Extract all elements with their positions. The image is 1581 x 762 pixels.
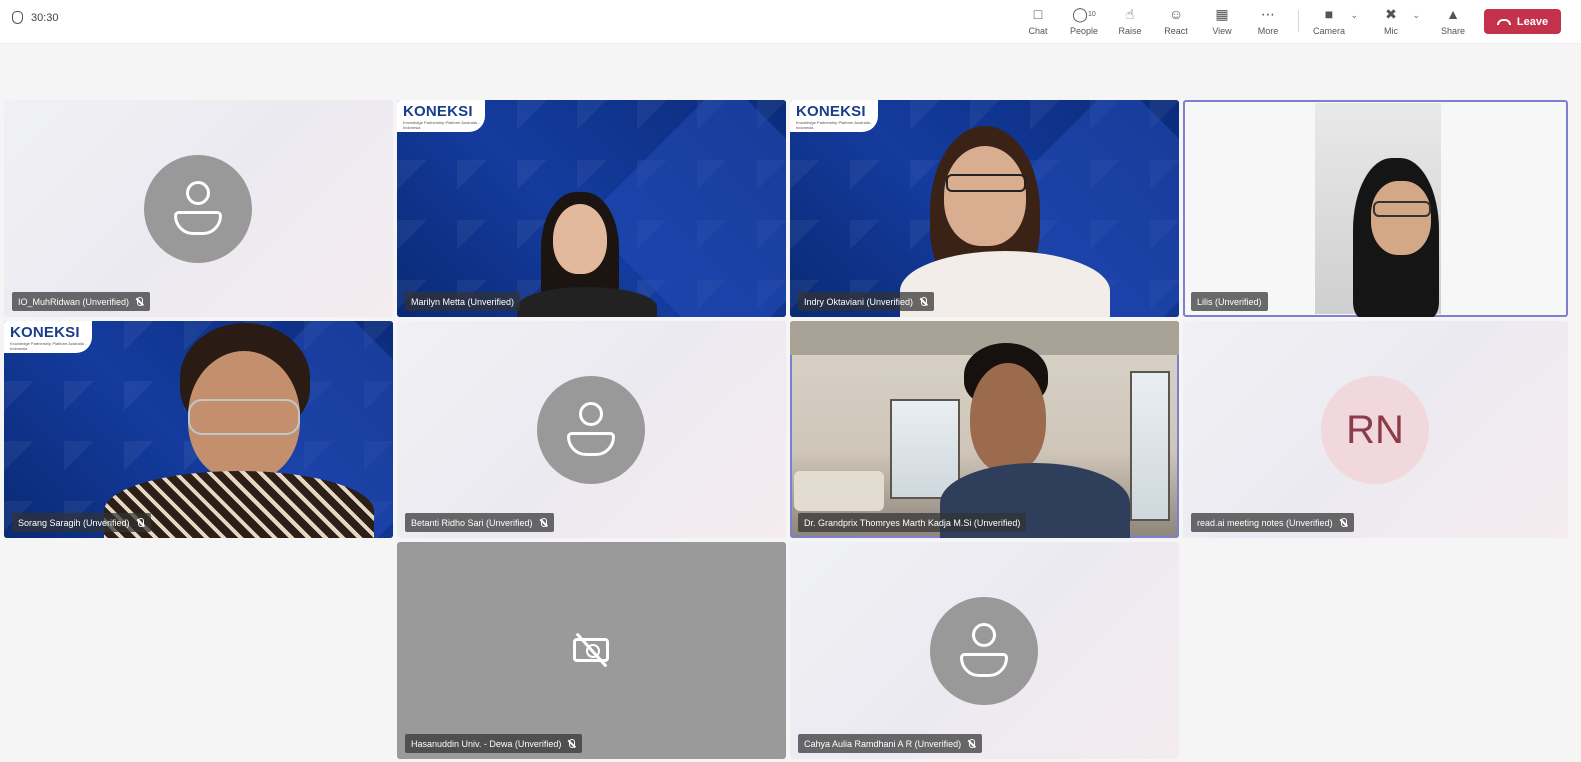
hand-icon: ☝	[1125, 6, 1135, 22]
mic-muted-icon	[967, 738, 976, 749]
participant-tile[interactable]: Betanti Ridho Sari (Unverified)	[397, 321, 786, 538]
meeting-window: 30:30 □ Chat ◯ 10 People ☝ Raise ☺ React …	[0, 0, 1581, 762]
default-avatar-icon	[930, 597, 1038, 705]
leave-label: Leave	[1516, 15, 1549, 28]
participant-name-tag: Betanti Ridho Sari (Unverified)	[405, 513, 554, 532]
participant-tile[interactable]: KONEKSI Knowledge Partnership Platform A…	[4, 321, 393, 538]
mic-muted-icon	[539, 517, 548, 528]
koneksi-logo: KONEKSI Knowledge Partnership Platform A…	[4, 321, 92, 353]
participant-name-tag: Sorang Saragih (Unverified)	[12, 513, 151, 532]
people-icon: ◯ 10	[1072, 6, 1096, 22]
participant-tile[interactable]: RN read.ai meeting notes (Unverified)	[1183, 321, 1568, 538]
smiley-icon: ☺	[1168, 6, 1184, 22]
share-icon: ▲	[1446, 6, 1460, 22]
participant-name-tag: Lilis (Unverified)	[1191, 292, 1268, 311]
camera-icon: ■	[1324, 6, 1334, 22]
meeting-toolbar: 30:30 □ Chat ◯ 10 People ☝ Raise ☺ React …	[0, 0, 1581, 44]
default-avatar-icon	[144, 155, 252, 263]
avatar-initials: RN	[1346, 407, 1404, 452]
people-count-badge: 10	[1087, 10, 1096, 18]
participant-tile[interactable]: Dr. Grandprix Thomryes Marth Kadja M.Si …	[790, 321, 1179, 538]
participant-name: Hasanuddin Univ. - Dewa (Unverified)	[411, 738, 562, 749]
timer-text: 30:30	[31, 11, 59, 24]
participant-tile-active-speaker[interactable]: KONEKSI Knowledge Partnership Platform A…	[790, 100, 1179, 317]
participant-name: Cahya Aulia Ramdhani A R (Unverified)	[804, 738, 962, 749]
people-button[interactable]: ◯ 10 People	[1061, 4, 1107, 40]
grid-icon: ▦	[1215, 6, 1229, 22]
ellipsis-icon: ⋯	[1261, 6, 1275, 22]
camera-label: Camera	[1312, 26, 1345, 36]
more-button[interactable]: ⋯ More	[1245, 4, 1291, 40]
raise-hand-button[interactable]: ☝ Raise	[1107, 4, 1153, 40]
participant-tile[interactable]: Cahya Aulia Ramdhani A R (Unverified)	[790, 542, 1179, 759]
participant-name: IO_MuhRidwan (Unverified)	[18, 296, 130, 307]
mic-muted-icon	[1339, 517, 1348, 528]
camera-button[interactable]: ■ Camera ⌄	[1306, 4, 1358, 40]
chevron-down-icon[interactable]: ⌄	[1350, 10, 1358, 21]
mic-muted-icon	[567, 738, 576, 749]
participant-name: Dr. Grandprix Thomryes Marth Kadja M.Si …	[804, 517, 1021, 528]
participant-name-tag: Dr. Grandprix Thomryes Marth Kadja M.Si …	[798, 513, 1027, 532]
glasses-icon	[1373, 201, 1431, 217]
mic-muted-icon	[136, 517, 145, 528]
participant-name: Betanti Ridho Sari (Unverified)	[411, 517, 533, 528]
shield-icon	[12, 11, 23, 24]
participant-video	[900, 126, 1110, 317]
koneksi-logo: KONEKSI Knowledge Partnership Platform A…	[790, 100, 878, 132]
react-label: React	[1164, 26, 1188, 36]
chat-label: Chat	[1028, 26, 1048, 36]
participant-name: Lilis (Unverified)	[1197, 296, 1262, 307]
react-button[interactable]: ☺ React	[1153, 4, 1199, 40]
participant-tile[interactable]: Hasanuddin Univ. - Dewa (Unverified)	[397, 542, 786, 759]
participant-name: Sorang Saragih (Unverified)	[18, 517, 130, 528]
participant-name-tag: Hasanuddin Univ. - Dewa (Unverified)	[405, 734, 583, 753]
leave-button[interactable]: Leave	[1484, 9, 1561, 34]
glasses-icon	[946, 174, 1026, 192]
toolbar-divider	[1298, 10, 1299, 32]
participant-video	[1315, 103, 1441, 317]
participant-name-tag: Cahya Aulia Ramdhani A R (Unverified)	[798, 734, 983, 753]
initials-avatar: RN	[1321, 376, 1429, 484]
share-label: Share	[1440, 26, 1466, 36]
phone-hangup-icon	[1496, 18, 1511, 25]
share-button[interactable]: ▲ Share	[1430, 4, 1476, 40]
participant-name-tag: IO_MuhRidwan (Unverified)	[12, 292, 151, 311]
participant-name: Indry Oktaviani (Unverified)	[804, 296, 914, 307]
people-label: People	[1069, 26, 1099, 36]
default-avatar-icon	[537, 376, 645, 484]
view-button[interactable]: ▦ View	[1199, 4, 1245, 40]
chevron-down-icon[interactable]: ⌄	[1412, 10, 1420, 21]
chat-button[interactable]: □ Chat	[1015, 4, 1061, 40]
participant-video	[64, 321, 374, 538]
more-label: More	[1257, 26, 1279, 36]
view-label: View	[1212, 26, 1232, 36]
participant-name-tag: Marilyn Metta (Unverified)	[405, 292, 521, 311]
sofa	[794, 471, 884, 511]
camera-off-icon	[571, 630, 611, 668]
participant-tile[interactable]: KONEKSI Knowledge Partnership Platform A…	[397, 100, 786, 317]
mic-button[interactable]: ✖ Mic ⌄	[1368, 4, 1420, 40]
participant-name: read.ai meeting notes (Unverified)	[1197, 517, 1333, 528]
mic-muted-icon	[919, 296, 928, 307]
participant-video	[940, 343, 1170, 538]
glasses-icon	[188, 399, 300, 435]
koneksi-logo: KONEKSI Knowledge Partnership Platform A…	[397, 100, 485, 132]
participant-tile[interactable]: IO_MuhRidwan (Unverified)	[4, 100, 393, 317]
chat-icon: □	[1033, 6, 1043, 22]
raise-label: Raise	[1118, 26, 1142, 36]
mic-muted-icon	[135, 296, 144, 307]
participant-video	[507, 192, 667, 317]
mic-label: Mic	[1384, 26, 1398, 36]
participant-name-tag: Indry Oktaviani (Unverified)	[798, 292, 935, 311]
meeting-timer: 30:30	[12, 11, 59, 24]
participant-tile[interactable]: Lilis (Unverified)	[1183, 100, 1568, 317]
participant-name-tag: read.ai meeting notes (Unverified)	[1191, 513, 1354, 532]
mic-muted-icon: ✖	[1385, 6, 1397, 22]
participant-name: Marilyn Metta (Unverified)	[411, 296, 515, 307]
